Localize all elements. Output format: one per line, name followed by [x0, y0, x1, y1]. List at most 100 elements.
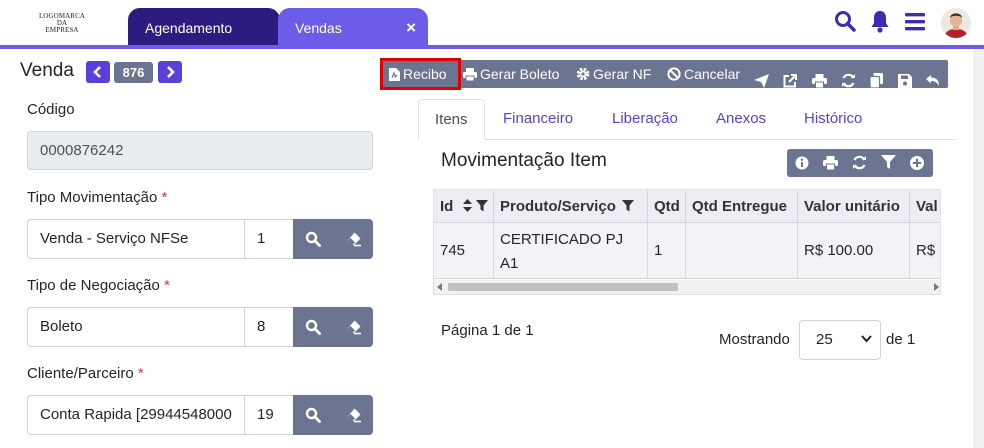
external-link-icon[interactable]: [783, 67, 800, 88]
tab-liberacao[interactable]: Liberação: [612, 99, 678, 140]
search-icon: [305, 231, 321, 247]
required-mark: *: [164, 277, 170, 294]
ban-icon: [667, 67, 681, 81]
items-panel-title: Movimentação Item: [441, 150, 607, 171]
column-header-valor-unitario[interactable]: Valor unitário: [798, 190, 910, 222]
user-avatar[interactable]: [941, 8, 971, 38]
required-mark: *: [137, 365, 144, 382]
add-icon[interactable]: [909, 155, 925, 171]
tipo-movimentacao-code-field[interactable]: 1: [244, 219, 294, 259]
eraser-icon: [346, 232, 361, 247]
column-header-qtd-entregue[interactable]: Qtd Entregue: [686, 190, 798, 222]
grid-header: Id Produto/Serviço Qtd Qtd Entregue Valo…: [434, 190, 940, 223]
detail-tabs: Itens Financeiro Liberação Anexos Histór…: [418, 99, 956, 140]
save-icon[interactable]: [898, 67, 915, 88]
filter-icon[interactable]: [622, 200, 635, 212]
tab-financeiro[interactable]: Financeiro: [503, 99, 573, 140]
tab-vendas-label: Vendas: [295, 20, 342, 36]
page-size-select[interactable]: 25: [799, 320, 881, 360]
cancelar-button[interactable]: Cancelar: [667, 60, 740, 88]
gerar-nf-button[interactable]: Gerar NF: [576, 60, 651, 88]
menu-icon[interactable]: [905, 13, 929, 41]
cliente-parceiro-field[interactable]: Conta Rapida [29944548000: [27, 395, 245, 435]
codigo-field[interactable]: 0000876242: [27, 131, 373, 170]
tipo-negociacao-group: Boleto 8: [27, 307, 373, 347]
filter-icon[interactable]: [475, 200, 488, 212]
tipo-movimentacao-field[interactable]: Venda - Serviço NFSe: [27, 219, 245, 259]
sync-icon[interactable]: [852, 155, 868, 171]
tab-vendas[interactable]: Vendas ×: [278, 8, 428, 45]
tipo-negociacao-clear-button[interactable]: [333, 307, 373, 347]
tab-historico[interactable]: Histórico: [804, 99, 862, 140]
tipo-movimentacao-search-button[interactable]: [293, 219, 333, 259]
chevron-left-icon: [93, 66, 101, 78]
table-row[interactable]: 745 CERTIFICADO PJ A1 1 R$ 100.00 R$: [434, 223, 940, 279]
tipo-movimentacao-label: Tipo Movimentação *: [27, 189, 168, 206]
copy-icon[interactable]: [869, 67, 886, 89]
cliente-parceiro-label: Cliente/Parceiro *: [27, 365, 144, 382]
tipo-negociacao-search-button[interactable]: [293, 307, 333, 347]
undo-icon[interactable]: [925, 67, 943, 86]
tipo-movimentacao-group: Venda - Serviço NFSe 1: [27, 219, 373, 259]
horizontal-scrollbar[interactable]: [434, 280, 940, 294]
search-icon[interactable]: [834, 10, 858, 38]
page-total-label: de 1: [886, 331, 916, 348]
column-header-id[interactable]: Id: [434, 190, 494, 222]
cell-valor: R$: [910, 223, 940, 278]
tipo-negociacao-label: Tipo de Negociação *: [27, 277, 170, 294]
print-icon: [463, 68, 477, 82]
page-indicator: Página 1 de 1: [441, 322, 534, 339]
filter-icon[interactable]: [881, 155, 897, 171]
previous-record-button[interactable]: [86, 61, 110, 83]
cliente-parceiro-search-button[interactable]: [293, 395, 333, 435]
eraser-icon: [346, 408, 361, 423]
tipo-negociacao-code-field[interactable]: 8: [244, 307, 294, 347]
cliente-parceiro-code-field[interactable]: 19: [244, 395, 294, 435]
send-icon[interactable]: [754, 67, 772, 88]
tab-anexos[interactable]: Anexos: [716, 99, 766, 140]
column-header-produto[interactable]: Produto/Serviço: [494, 190, 648, 222]
gerar-boleto-button[interactable]: Gerar Boleto: [463, 60, 559, 88]
cliente-parceiro-clear-button[interactable]: [333, 395, 373, 435]
print-icon[interactable]: [823, 155, 839, 171]
info-icon[interactable]: [794, 155, 810, 171]
tab-agendamento[interactable]: Agendamento: [128, 8, 280, 45]
cell-qtd: 1: [648, 223, 686, 278]
search-icon: [305, 319, 321, 335]
eraser-icon: [346, 320, 361, 335]
cliente-parceiro-group: Conta Rapida [29944548000 19: [27, 395, 373, 435]
sort-icon[interactable]: [462, 199, 472, 212]
cell-valor-unitario: R$ 100.00: [798, 223, 910, 278]
tipo-movimentacao-clear-button[interactable]: [333, 219, 373, 259]
scroll-left-icon[interactable]: [437, 283, 443, 291]
cell-id: 745: [434, 223, 494, 278]
next-record-button[interactable]: [158, 61, 182, 83]
tab-itens[interactable]: Itens: [418, 99, 485, 140]
company-logo[interactable]: LOGOMARCA DA EMPRESA: [28, 13, 96, 34]
header-divider: [0, 45, 984, 49]
sync-icon[interactable]: [841, 67, 859, 88]
scroll-right-icon[interactable]: [933, 283, 939, 291]
tipo-negociacao-field[interactable]: Boleto: [27, 307, 245, 347]
items-grid: Id Produto/Serviço Qtd Qtd Entregue Valo…: [433, 189, 941, 295]
column-header-qtd[interactable]: Qtd: [648, 190, 686, 222]
page-title: Venda: [20, 60, 74, 81]
bell-icon[interactable]: [870, 10, 894, 38]
recibo-highlight-box: [380, 58, 461, 90]
items-toolbar: [787, 149, 933, 177]
chevron-right-icon: [167, 66, 175, 78]
gear-icon: [576, 67, 590, 81]
required-mark: *: [161, 189, 168, 206]
search-icon: [305, 407, 321, 423]
scrollbar-thumb[interactable]: [448, 283, 678, 291]
showing-label: Mostrando: [719, 331, 790, 348]
chevron-down-icon: [861, 335, 872, 343]
column-header-valor[interactable]: Val: [910, 190, 940, 222]
vertical-scrollbar[interactable]: [973, 49, 984, 448]
codigo-label: Código: [27, 101, 75, 118]
close-tab-icon[interactable]: ×: [406, 8, 416, 48]
action-toolbar: Recibo Gerar Boleto Gerar NF Cancelar: [380, 60, 948, 89]
record-number-badge: 876: [114, 62, 153, 83]
top-bar: LOGOMARCA DA EMPRESA Agendamento Vendas …: [0, 0, 984, 45]
print-icon[interactable]: [812, 67, 830, 89]
